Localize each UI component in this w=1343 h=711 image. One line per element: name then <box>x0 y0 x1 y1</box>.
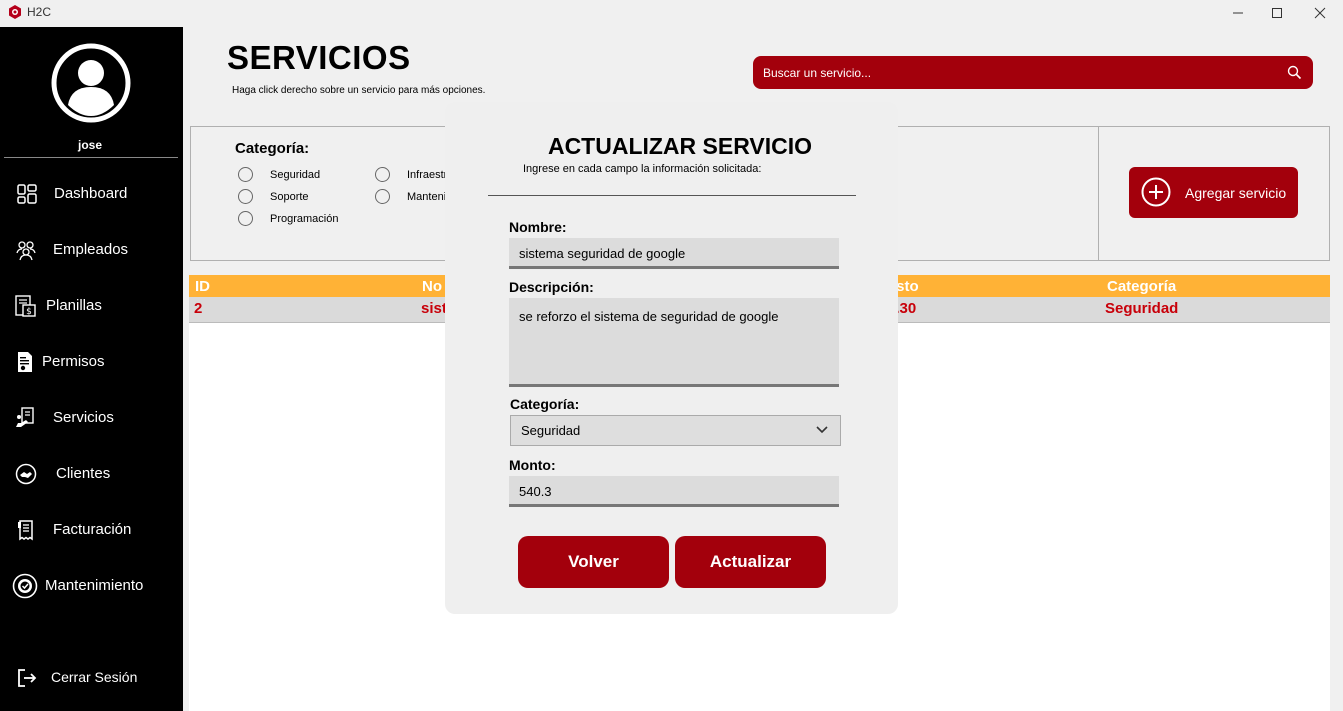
sidebar-item-label: Clientes <box>56 465 111 482</box>
h2c-logo-icon <box>9 5 21 19</box>
sidebar-item-label: Servicios <box>53 409 114 426</box>
category-select[interactable]: Seguridad <box>510 415 841 446</box>
page-hint: Haga click derecho sobre un servicio par… <box>232 85 486 96</box>
column-header-id[interactable]: ID <box>195 278 210 295</box>
logout-icon <box>18 669 37 687</box>
services-icon <box>16 407 34 427</box>
sidebar-item-servicios[interactable]: Servicios <box>0 398 183 438</box>
close-button[interactable] <box>1297 0 1343 26</box>
filter-divider <box>1098 127 1099 260</box>
dashboard-icon <box>17 184 37 204</box>
chevron-down-icon <box>816 426 828 434</box>
radio-circle[interactable] <box>238 189 253 204</box>
sidebar-item-label: Mantenimiento <box>45 577 144 594</box>
radio-circle[interactable] <box>375 189 390 204</box>
dialog-subtitle: Ingrese en cada campo la información sol… <box>523 163 762 175</box>
svg-text:$: $ <box>26 307 32 317</box>
cell-id: 2 <box>194 300 203 317</box>
permissions-icon <box>18 352 32 372</box>
sidebar-item-planillas[interactable]: $ Planillas <box>0 286 183 326</box>
sidebar-item-mantenimiento[interactable]: Mantenimiento <box>0 566 183 606</box>
payroll-icon: $ <box>15 295 36 317</box>
sidebar: jose Dashboard Empleados $ Planillas Per… <box>0 27 183 711</box>
radio-label: Seguridad <box>270 168 321 181</box>
clients-icon <box>15 463 37 485</box>
close-icon <box>1314 7 1326 19</box>
back-button[interactable]: Volver <box>518 536 669 588</box>
name-field[interactable]: sistema seguridad de google <box>509 238 839 269</box>
logout-label: Cerrar Sesión <box>51 669 138 685</box>
name-label: Nombre: <box>509 219 567 235</box>
radio-seguridad[interactable]: Seguridad <box>238 167 320 182</box>
maximize-button[interactable] <box>1254 0 1300 26</box>
column-header-name[interactable]: No <box>422 278 442 295</box>
dialog-title: ACTUALIZAR SERVICIO <box>547 133 813 159</box>
category-filter-title: Categoría: <box>235 140 310 157</box>
radio-circle[interactable] <box>375 167 390 182</box>
cell-category: Seguridad <box>1105 300 1179 317</box>
sidebar-item-label: Planillas <box>46 297 102 314</box>
sidebar-item-empleados[interactable]: Empleados <box>0 230 183 270</box>
user-avatar-icon <box>51 43 131 123</box>
radio-label: Mantenir <box>407 190 450 203</box>
cell-name: sist <box>421 300 447 317</box>
description-label: Descripción: <box>509 279 594 295</box>
update-button[interactable]: Actualizar <box>675 536 826 588</box>
radio-mantenimiento[interactable]: Mantenir <box>375 189 450 204</box>
employees-icon <box>16 241 36 261</box>
sidebar-item-facturacion[interactable]: Facturación <box>0 510 183 550</box>
minimize-icon <box>1233 12 1243 14</box>
radio-label: Infraestr <box>407 168 448 181</box>
sidebar-item-label: Empleados <box>53 241 129 258</box>
radio-circle[interactable] <box>238 167 253 182</box>
billing-icon <box>18 520 33 541</box>
maximize-icon <box>1272 8 1282 18</box>
radio-programacion[interactable]: Programación <box>238 211 338 226</box>
username: jose <box>77 138 102 152</box>
category-selected-value: Seguridad <box>521 423 581 438</box>
sidebar-item-label: Facturación <box>53 521 132 538</box>
sidebar-item-clientes[interactable]: Clientes <box>0 454 183 494</box>
amount-label: Monto: <box>509 457 556 473</box>
title-bar: H2C <box>0 0 1343 26</box>
sidebar-item-permisos[interactable]: Permisos <box>0 342 183 382</box>
add-service-label: Agregar servicio <box>1185 185 1287 201</box>
window-title: H2C <box>27 5 52 19</box>
radio-circle[interactable] <box>238 211 253 226</box>
radio-soporte[interactable]: Soporte <box>238 189 309 204</box>
logout-button[interactable]: Cerrar Sesión <box>0 658 183 698</box>
search-input[interactable] <box>763 64 1273 82</box>
search-bar <box>753 56 1313 89</box>
plus-circle-icon <box>1141 177 1171 207</box>
maintenance-icon <box>12 573 38 599</box>
search-icon[interactable] <box>1287 65 1302 80</box>
column-header-category[interactable]: Categoría <box>1107 278 1176 295</box>
sidebar-item-label: Permisos <box>42 353 105 370</box>
amount-field[interactable]: 540.3 <box>509 476 839 507</box>
description-field[interactable]: se reforzo el sistema de seguridad de go… <box>509 298 839 387</box>
radio-infraestructura[interactable]: Infraestr <box>375 167 447 182</box>
add-service-button[interactable]: Agregar servicio <box>1129 167 1298 218</box>
sidebar-item-dashboard[interactable]: Dashboard <box>0 174 183 214</box>
radio-label: Soporte <box>270 190 309 203</box>
page-title: SERVICIOS <box>227 39 411 76</box>
radio-label: Programación <box>270 212 339 225</box>
sidebar-divider <box>4 157 178 158</box>
update-service-dialog: ACTUALIZAR SERVICIO Ingrese en cada camp… <box>445 102 898 614</box>
sidebar-item-label: Dashboard <box>54 185 128 202</box>
category-label: Categoría: <box>510 396 580 412</box>
dialog-divider <box>488 195 856 196</box>
